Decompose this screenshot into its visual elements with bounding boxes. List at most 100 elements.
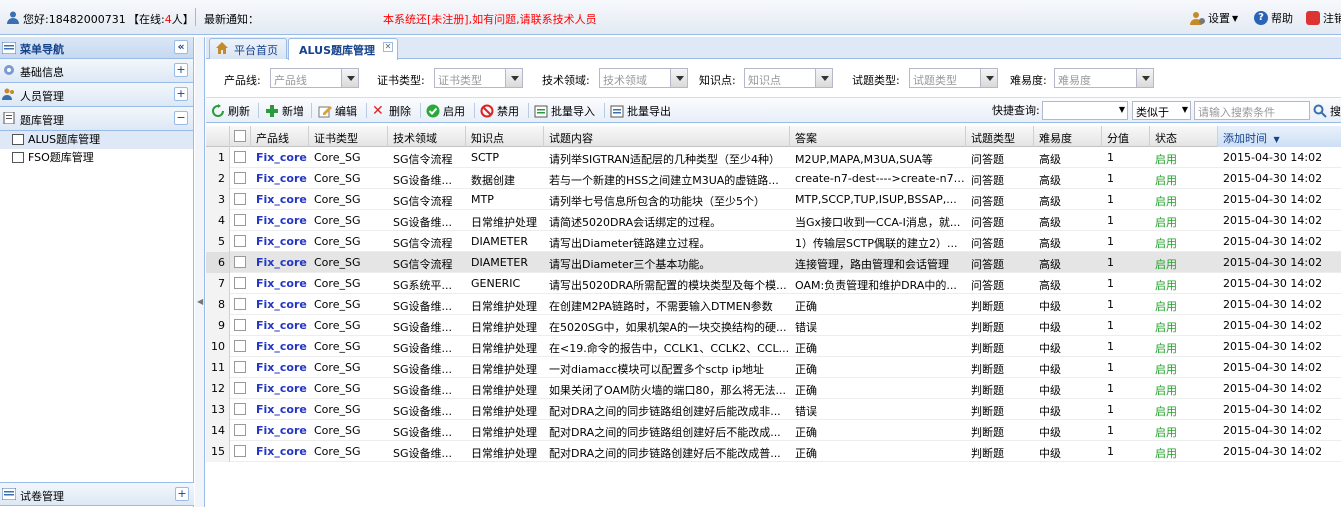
match-mode-select[interactable]: 类似于 ▼ <box>1132 101 1191 120</box>
column-header[interactable]: 分值 <box>1102 126 1150 147</box>
table-row[interactable]: 6 Fix_core Core_SG SG信令流程 DIAMETER 请写出Diamete… <box>206 252 1341 273</box>
collapse-toggle[interactable]: − <box>174 111 188 125</box>
expand-toggle[interactable]: + <box>174 63 188 77</box>
table-cell-product[interactable]: Fix_core <box>251 441 309 462</box>
sidebar-item-personnel[interactable]: 人员管理 + <box>0 83 193 107</box>
column-header[interactable]: 知识点 <box>466 126 544 147</box>
question-type-select[interactable]: 试题类型 <box>909 68 998 88</box>
batch-import-button[interactable]: 批量导入 <box>534 102 595 119</box>
tree-item-fso[interactable]: FSO题库管理 <box>0 149 193 167</box>
search-input[interactable]: 请输入搜索条件 <box>1194 101 1310 120</box>
collapse-sidebar-button[interactable]: « <box>174 40 188 54</box>
row-checkbox[interactable] <box>230 336 251 357</box>
table-row[interactable]: 7 Fix_core Core_SG SG系统平... GENERIC 请写出5020DR… <box>206 273 1341 294</box>
table-row[interactable]: 15 Fix_core Core_SG SG设备维... 日常维护处理 配对DRA之间的同… <box>206 441 1341 462</box>
logout-button[interactable]: 注销 <box>1306 10 1341 26</box>
column-header-sorted[interactable]: 添加时间 ▼ <box>1218 126 1341 147</box>
row-checkbox[interactable] <box>230 252 251 273</box>
table-row[interactable]: 11 Fix_core Core_SG SG设备维... 日常维护处理 一对diamacc… <box>206 357 1341 378</box>
help-button[interactable]: ? 帮助 <box>1254 10 1293 26</box>
chevron-down-icon[interactable] <box>815 69 832 87</box>
tree-item-alus[interactable]: ALUS题库管理 <box>0 131 193 149</box>
close-icon[interactable]: ✕ <box>383 42 393 52</box>
table-cell-product[interactable]: Fix_core <box>251 315 309 336</box>
tab-alus[interactable]: ALUS题库管理 ✕ <box>288 38 398 60</box>
row-checkbox[interactable] <box>230 189 251 210</box>
table-cell-product[interactable]: Fix_core <box>251 336 309 357</box>
disable-button[interactable]: 禁用 <box>480 102 519 119</box>
column-header[interactable]: 证书类型 <box>309 126 388 147</box>
column-header[interactable]: 产品线 <box>251 126 309 147</box>
table-row[interactable]: 2 Fix_core Core_SG SG设备维... 数据创建 若与一个新建的HSS之间… <box>206 168 1341 189</box>
row-checkbox[interactable] <box>230 273 251 294</box>
column-header[interactable]: 试题内容 <box>544 126 790 147</box>
row-checkbox[interactable] <box>230 399 251 420</box>
knowledge-point-select[interactable]: 知识点 <box>744 68 833 88</box>
sidebar-item-question-bank[interactable]: 题库管理 − <box>0 107 193 131</box>
table-cell-product[interactable]: Fix_core <box>251 189 309 210</box>
add-button[interactable]: 新增 <box>265 102 304 119</box>
table-cell-product[interactable]: Fix_core <box>251 273 309 294</box>
tab-home[interactable]: 平台首页 <box>209 38 287 59</box>
chevron-down-icon[interactable] <box>505 69 522 87</box>
column-header[interactable]: 技术领域 <box>388 126 466 147</box>
table-row[interactable]: 9 Fix_core Core_SG SG设备维... 日常维护处理 在5020SG中，如… <box>206 315 1341 336</box>
row-checkbox[interactable] <box>230 231 251 252</box>
sidebar-splitter[interactable]: ◀ <box>195 37 205 507</box>
row-checkbox[interactable] <box>230 357 251 378</box>
table-cell-product[interactable]: Fix_core <box>251 231 309 252</box>
table-cell-product[interactable]: Fix_core <box>251 357 309 378</box>
chevron-down-icon[interactable] <box>1136 69 1153 87</box>
column-header[interactable]: 难易度 <box>1034 126 1102 147</box>
row-checkbox[interactable] <box>230 147 251 168</box>
product-line-select[interactable]: 产品线 <box>270 68 359 88</box>
table-cell-product[interactable]: Fix_core <box>251 294 309 315</box>
edit-button[interactable]: 编辑 <box>318 102 357 119</box>
table-cell-product[interactable]: Fix_core <box>251 399 309 420</box>
table-row[interactable]: 12 Fix_core Core_SG SG设备维... 日常维护处理 如果关闭了OAM防… <box>206 378 1341 399</box>
chevron-down-icon[interactable] <box>341 69 358 87</box>
table-row[interactable]: 14 Fix_core Core_SG SG设备维... 日常维护处理 配对DRA之间的同… <box>206 420 1341 441</box>
batch-export-button[interactable]: 批量导出 <box>610 102 671 119</box>
column-header[interactable]: 答案 <box>790 126 966 147</box>
row-checkbox[interactable] <box>230 441 251 462</box>
row-checkbox[interactable] <box>230 210 251 231</box>
notice-text[interactable]: 本系统还[未注册],如有问题,请联系技术人员 <box>383 11 597 27</box>
table-row[interactable]: 4 Fix_core Core_SG SG设备维... 日常维护处理 请简述5020DRA… <box>206 210 1341 231</box>
refresh-button[interactable]: 刷新 <box>211 102 250 119</box>
table-cell-product[interactable]: Fix_core <box>251 210 309 231</box>
search-button[interactable]: 搜 <box>1313 102 1341 119</box>
sidebar-item-exam-paper[interactable]: 试卷管理 + <box>0 482 194 506</box>
chevron-down-icon[interactable] <box>670 69 687 87</box>
expand-toggle[interactable]: + <box>175 487 189 501</box>
table-row[interactable]: 13 Fix_core Core_SG SG设备维... 日常维护处理 配对DRA之间的同… <box>206 399 1341 420</box>
table-row[interactable]: 10 Fix_core Core_SG SG设备维... 日常维护处理 在<19.命令的报… <box>206 336 1341 357</box>
table-cell-product[interactable]: Fix_core <box>251 168 309 189</box>
table-row[interactable]: 1 Fix_core Core_SG SG信令流程 SCTP 请列举SIGTRAN适配层的… <box>206 147 1341 168</box>
table-row[interactable]: 3 Fix_core Core_SG SG信令流程 MTP 请列举七号信息所包含的功能块（… <box>206 189 1341 210</box>
row-checkbox[interactable] <box>230 315 251 336</box>
row-checkbox[interactable] <box>230 378 251 399</box>
table-cell-product[interactable]: Fix_core <box>251 378 309 399</box>
enable-button[interactable]: 启用 <box>426 102 465 119</box>
expand-toggle[interactable]: + <box>174 87 188 101</box>
tech-field-select[interactable]: 技术领域 <box>599 68 688 88</box>
row-checkbox[interactable] <box>230 294 251 315</box>
table-cell-product[interactable]: Fix_core <box>251 147 309 168</box>
table-row[interactable]: 8 Fix_core Core_SG SG设备维... 日常维护处理 在创建M2PA链路时… <box>206 294 1341 315</box>
difficulty-select[interactable]: 难易度 <box>1054 68 1154 88</box>
chevron-down-icon[interactable]: ▼ <box>1182 105 1188 114</box>
row-checkbox[interactable] <box>230 420 251 441</box>
table-row[interactable]: 5 Fix_core Core_SG SG信令流程 DIAMETER 请写出Diamete… <box>206 231 1341 252</box>
chevron-down-icon[interactable]: ▼ <box>1119 105 1125 114</box>
row-checkbox[interactable] <box>230 168 251 189</box>
chevron-down-icon[interactable] <box>980 69 997 87</box>
cert-type-select[interactable]: 证书类型 <box>434 68 523 88</box>
select-all-checkbox[interactable] <box>230 126 251 147</box>
delete-button[interactable]: ✕ 删除 <box>372 102 411 119</box>
table-cell-product[interactable]: Fix_core <box>251 252 309 273</box>
quick-search-field-select[interactable]: ▼ <box>1042 101 1128 120</box>
table-cell-product[interactable]: Fix_core <box>251 420 309 441</box>
column-header[interactable]: 试题类型 <box>966 126 1034 147</box>
settings-button[interactable]: 设置 ▼ <box>1190 10 1238 26</box>
